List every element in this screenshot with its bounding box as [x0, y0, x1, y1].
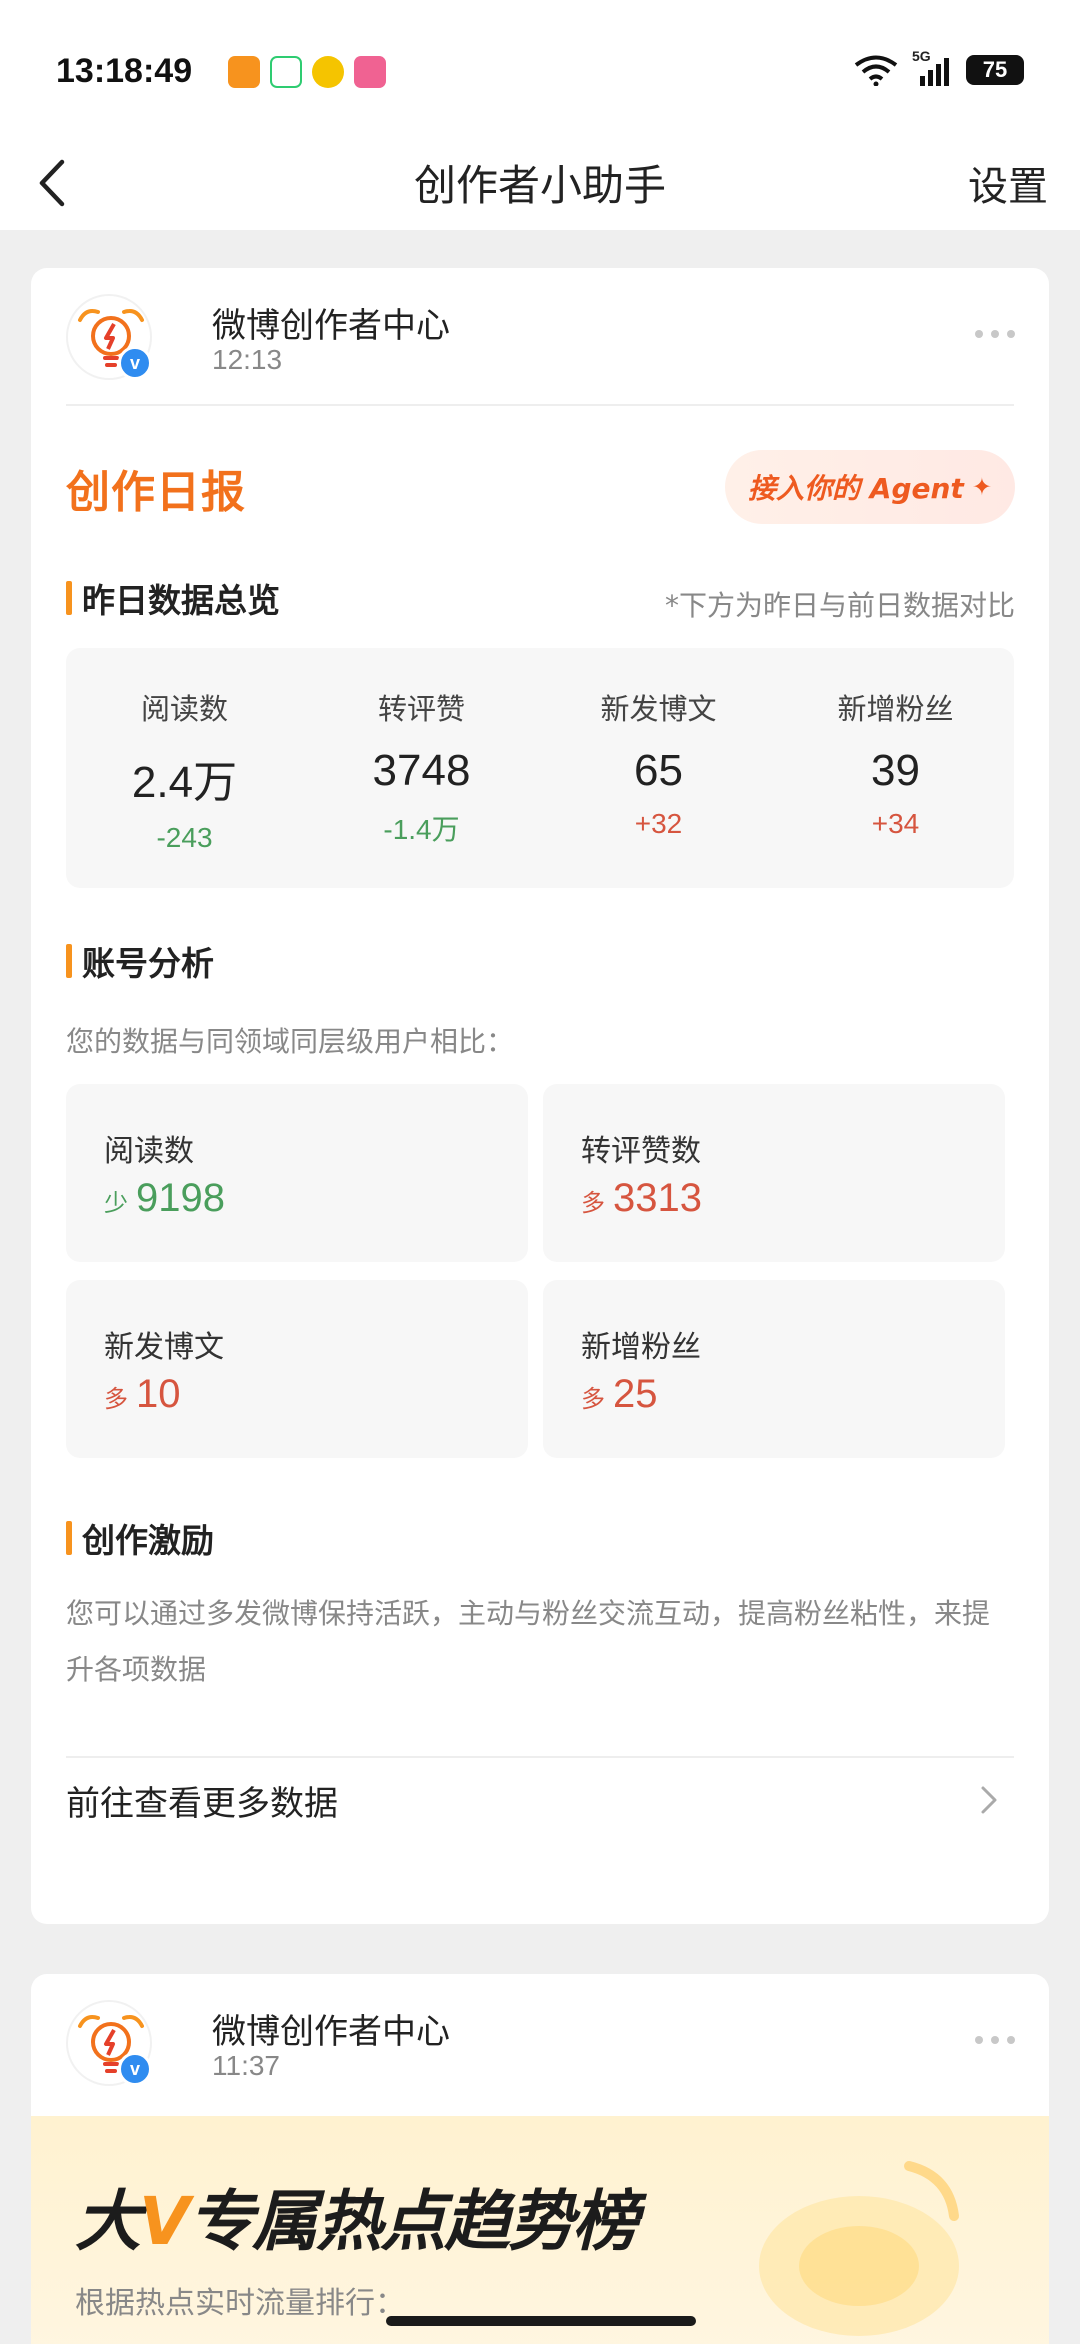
wifi-icon — [854, 55, 898, 86]
analysis-section-header: 账号分析 — [66, 941, 214, 983]
status-indicators: 5G 75 — [854, 48, 1024, 86]
stat-delta: -1.4万 — [383, 814, 460, 845]
incentive-title: 创作激励 — [82, 1521, 214, 1560]
overview-title: 昨日数据总览 — [82, 581, 280, 620]
stat-delta: +34 — [871, 808, 920, 839]
message-card-hot-trends: v 微博创作者中心 11:37 大V专属热点趋势榜 根据热点实时流量排行： — [31, 1974, 1049, 2344]
tile-number: 3313 — [613, 1176, 702, 1220]
stat-value: 2.4万 — [131, 758, 238, 807]
tile-prefix: 多 — [104, 1385, 128, 1413]
incentive-section-header: 创作激励 — [66, 1518, 214, 1560]
nav-bar: 创作者小助手 设置 — [0, 140, 1080, 230]
status-bar: 13:18:49 5G 75 — [0, 0, 1080, 140]
incentive-text: 您可以通过多发微博保持活跃，主动与粉丝交流互动，提高粉丝粘性，来提升各项数据 — [66, 1597, 991, 1686]
verified-badge-icon: v — [118, 2052, 152, 2086]
video-app-icon — [270, 56, 302, 88]
analysis-tile-reads: 阅读数 少 9198 — [66, 1084, 528, 1262]
section-accent-bar — [66, 1521, 72, 1555]
stat-label: 转评赞 — [377, 692, 465, 726]
analysis-tile-engagement: 转评赞数 多 3313 — [543, 1084, 1005, 1262]
stat-new-posts: 新发博文 65 +32 — [540, 648, 777, 888]
stat-reads: 阅读数 2.4万 -243 — [66, 648, 303, 888]
stat-value: 39 — [871, 746, 920, 795]
settings-button[interactable]: 设置 — [968, 154, 1048, 212]
view-more-data-label: 前往查看更多数据 — [66, 1784, 338, 1824]
sender-name: 微博创作者中心 — [212, 306, 450, 346]
tile-label: 新发博文 — [104, 1330, 224, 1365]
page-title: 创作者小助手 — [413, 161, 666, 210]
tile-number: 10 — [136, 1372, 181, 1416]
banner-title-part: 专属热点趋势榜 — [188, 2183, 638, 2260]
tile-label: 新增粉丝 — [581, 1330, 701, 1365]
message-card-daily-report: v 微博创作者中心 12:13 创作日报 接入你的 Agent ✦ 昨日数据总览… — [31, 268, 1049, 1924]
stat-delta: -243 — [156, 822, 213, 853]
tile-prefix: 少 — [104, 1189, 128, 1217]
report-title: 创作日报 — [66, 467, 246, 518]
tile-value: 多 10 — [104, 1372, 181, 1417]
message-time: 11:37 — [212, 2050, 280, 2081]
tile-label: 转评赞数 — [581, 1134, 701, 1169]
banner-title: 大V专属热点趋势榜 — [75, 2168, 638, 2264]
battery-indicator: 75 — [966, 55, 1024, 85]
status-time: 13:18:49 — [56, 52, 193, 90]
tile-label: 阅读数 — [104, 1134, 194, 1169]
tile-prefix: 多 — [581, 1385, 605, 1413]
divider — [66, 404, 1014, 406]
analysis-tile-new-posts: 新发博文 多 10 — [66, 1280, 528, 1458]
weibo-watermark-icon — [759, 2161, 959, 2336]
stat-new-followers: 新增粉丝 39 +34 — [777, 648, 1014, 888]
banner-title-part: 大 — [75, 2183, 141, 2260]
more-options-icon[interactable] — [975, 2036, 1015, 2044]
home-indicator[interactable] — [386, 2316, 696, 2326]
view-more-data-link[interactable]: 前往查看更多数据 — [66, 1758, 1014, 1838]
tile-number: 9198 — [136, 1176, 225, 1220]
overview-note: *下方为昨日与前日数据对比 — [664, 589, 1015, 622]
overview-section-header: 昨日数据总览 — [66, 578, 280, 620]
section-accent-bar — [66, 581, 72, 615]
connect-agent-button[interactable]: 接入你的 Agent ✦ — [725, 450, 1015, 524]
notification-icons — [228, 56, 386, 88]
app-notification-icon — [228, 56, 260, 88]
more-options-icon[interactable] — [975, 330, 1015, 338]
stat-engagement: 转评赞 3748 -1.4万 — [303, 648, 540, 888]
sparkle-icon: ✦ — [971, 473, 992, 501]
weibo-app-icon — [312, 56, 344, 88]
message-time: 12:13 — [212, 344, 283, 375]
analysis-tile-new-followers: 新增粉丝 多 25 — [543, 1280, 1005, 1458]
connect-agent-label: 接入你的 Agent — [748, 472, 964, 505]
sender-name: 微博创作者中心 — [212, 2012, 450, 2052]
section-accent-bar — [66, 944, 72, 978]
chevron-right-icon — [981, 1786, 997, 1814]
hot-trends-banner[interactable]: 大V专属热点趋势榜 根据热点实时流量排行： — [31, 2116, 1049, 2344]
tile-value: 多 25 — [581, 1372, 658, 1417]
stat-label: 新增粉丝 — [837, 692, 954, 726]
tile-prefix: 多 — [581, 1189, 605, 1217]
tile-value: 多 3313 — [581, 1176, 702, 1221]
analysis-description: 您的数据与同领域同层级用户相比： — [66, 1025, 515, 1058]
verified-badge-icon: v — [118, 346, 152, 380]
tile-number: 25 — [613, 1372, 658, 1416]
signal-indicator: 5G — [912, 48, 952, 86]
banner-title-v: V — [139, 2183, 190, 2260]
stat-label: 阅读数 — [140, 692, 228, 726]
banner-subtitle: 根据热点实时流量排行： — [75, 2286, 405, 2321]
stat-value: 3748 — [372, 746, 471, 795]
stat-delta: +32 — [634, 808, 683, 839]
tile-value: 少 9198 — [104, 1176, 225, 1221]
stat-label: 新发博文 — [600, 692, 717, 726]
signal-icon — [920, 58, 949, 86]
analysis-title: 账号分析 — [82, 944, 214, 983]
stats-overview: 阅读数 2.4万 -243 转评赞 3748 -1.4万 新发博文 65 +32… — [66, 648, 1014, 888]
music-app-icon — [354, 56, 386, 88]
stat-value: 65 — [634, 746, 683, 795]
